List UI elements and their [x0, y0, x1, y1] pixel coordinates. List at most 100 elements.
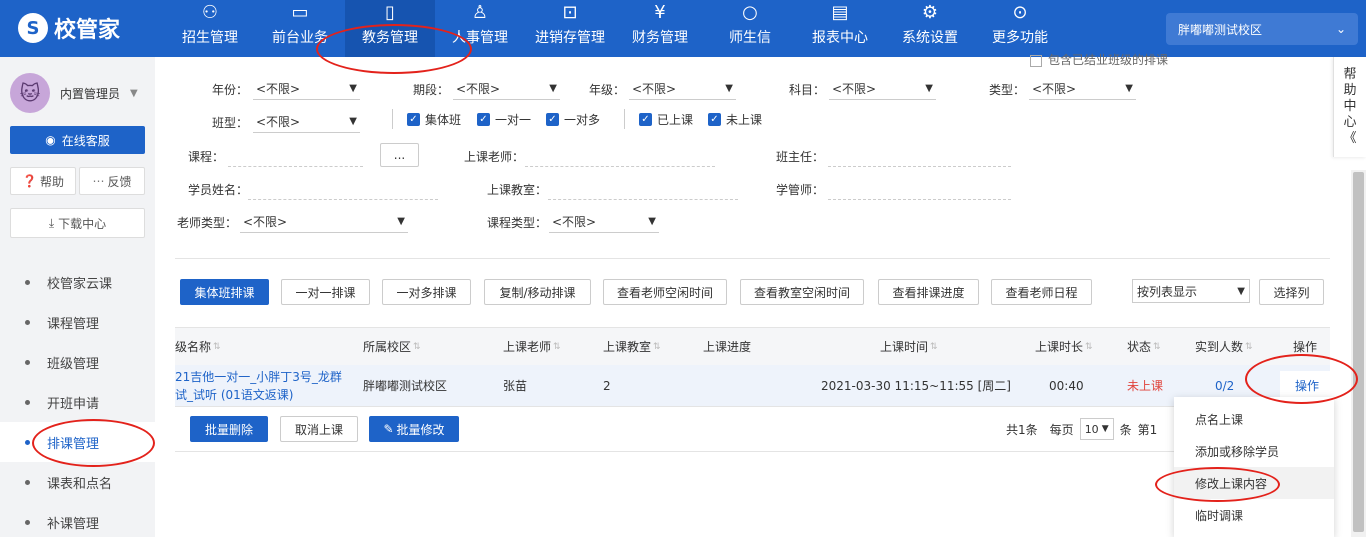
teacher-calendar-button[interactable]: 查看老师日程 [991, 279, 1092, 305]
group-schedule-button[interactable]: 集体班排课 [180, 279, 269, 305]
manager-label: 学管师： [776, 183, 825, 197]
main-nav: ⚇ 招生管理 ▭ 前台业务 ▯ 教务管理 ♙ 人事管理 ⊡ 进销存管理 ¥ 财务管理 ○ 师生… [165, 0, 1065, 57]
sidebar-item-class-mgmt[interactable]: 班级管理 [0, 342, 155, 382]
sort-icon: ⇅ [213, 341, 221, 352]
course-input[interactable] [228, 145, 363, 167]
subject-select[interactable]: <不限> ▼ [829, 78, 936, 100]
feedback-button[interactable]: ⋯ 反馈 [79, 167, 145, 195]
view-mode-select[interactable]: 按列表显示 ▼ [1132, 279, 1250, 303]
checkbox-group-class[interactable]: ✓ 集体班 [407, 111, 461, 128]
cancel-class-button[interactable]: 取消上课 [280, 416, 358, 442]
choose-columns-button[interactable]: 选择列 [1259, 279, 1324, 305]
per-page-select[interactable]: 10 ▼ [1079, 418, 1114, 440]
year-select[interactable]: <不限> ▼ [253, 78, 360, 100]
col-time[interactable]: 上课时间 ⇅ [880, 328, 938, 365]
sidebar-item-cloud-course[interactable]: 校管家云课 [0, 262, 155, 302]
user-info[interactable]: 🐱 内置管理员 ▼ [10, 73, 138, 113]
teachertype-label: 老师类型： [177, 216, 238, 230]
classtype-label: 班型： [212, 116, 249, 130]
copy-move-schedule-button[interactable]: 复制/移动排课 [484, 279, 591, 305]
nav-inventory[interactable]: ⊡ 进销存管理 [525, 0, 615, 57]
include-graduated-checkbox[interactable]: 包含已结业班级的排课 [1030, 51, 1168, 68]
top-navbar: S 校管家 ⚇ 招生管理 ▭ 前台业务 ▯ 教务管理 ♙ 人事管理 ⊡ 进销存管理 ¥ 财务… [0, 0, 1366, 57]
room-label: 上课教室： [487, 183, 548, 197]
nav-admissions[interactable]: ⚇ 招生管理 [165, 0, 255, 57]
help-button[interactable]: ❓ 帮助 [10, 167, 76, 195]
chevron-down-icon: ▼ [925, 83, 933, 94]
col-status[interactable]: 状态 ⇅ [1127, 328, 1161, 365]
divider [175, 451, 1330, 452]
menu-item-add-remove-students[interactable]: 添加或移除学员 [1174, 435, 1334, 467]
batch-delete-button[interactable]: 批量删除 [190, 416, 268, 442]
checkbox-one-on-one[interactable]: ✓ 一对一 [477, 111, 531, 128]
grade-select[interactable]: <不限> ▼ [629, 78, 736, 100]
nav-finance[interactable]: ¥ 财务管理 [615, 0, 705, 57]
page-indicator: 第1 [1137, 422, 1158, 437]
sidebar-item-timetable[interactable]: 课表和点名 [0, 462, 155, 502]
manager-input[interactable] [828, 178, 1011, 200]
menu-item-temporary-reschedule[interactable]: 临时调课 [1174, 499, 1334, 531]
teacher-label: 上课老师： [464, 150, 525, 164]
student-input[interactable] [248, 178, 438, 200]
nav-settings[interactable]: ⚙ 系统设置 [885, 0, 975, 57]
download-center-button[interactable]: ⤓ 下载中心 [10, 208, 145, 238]
sidebar-item-class-apply[interactable]: 开班申请 [0, 382, 155, 422]
online-service-button[interactable]: ◉ 在线客服 [10, 126, 145, 154]
course-picker-button[interactable]: ... [380, 143, 419, 167]
table-row: 21吉他一对一_小胖丁3号_龙群 试_试听 (01语文返课) 胖嘟嘟测试校区 张… [175, 365, 1334, 407]
col-duration[interactable]: 上课时长 ⇅ [1035, 328, 1093, 365]
total-count: 共1条 [1006, 422, 1038, 437]
teachertype-select[interactable]: <不限> ▼ [240, 211, 408, 233]
nav-reports[interactable]: ▤ 报表中心 [795, 0, 885, 57]
chevron-down-icon: ▼ [349, 116, 357, 127]
chat-icon: ○ [742, 2, 758, 23]
col-campus[interactable]: 所属校区 ⇅ [363, 328, 421, 365]
schedule-progress-button[interactable]: 查看排课进度 [878, 279, 979, 305]
term-select[interactable]: <不限> ▼ [453, 78, 560, 100]
chevron-down-icon: ▼ [648, 216, 656, 227]
inbox-icon: ⊡ [562, 2, 578, 23]
batch-edit-button[interactable]: ✎ 批量修改 [369, 416, 459, 442]
avatar: 🐱 [10, 73, 50, 113]
nav-messages[interactable]: ○ 师生信 [705, 0, 795, 57]
person-icon: ♙ [471, 2, 489, 23]
room-free-time-button[interactable]: 查看教室空闲时间 [740, 279, 864, 305]
chevron-down-icon: ▼ [397, 216, 405, 227]
question-icon: ❓ [22, 174, 37, 188]
nav-more[interactable]: ⊙ 更多功能 [975, 0, 1065, 57]
teacher-free-time-button[interactable]: 查看老师空闲时间 [603, 279, 727, 305]
app-logo[interactable]: S 校管家 [18, 12, 120, 44]
col-room[interactable]: 上课教室 ⇅ [603, 328, 661, 365]
one-on-one-schedule-button[interactable]: 一对一排课 [281, 279, 370, 305]
chevron-down-icon: ⌄ [1335, 22, 1346, 36]
checkbox-not-attended[interactable]: ✓ 未上课 [708, 111, 762, 128]
col-class-name[interactable]: 级名称 ⇅ [175, 328, 221, 365]
sidebar-item-makeup[interactable]: 补课管理 [0, 502, 155, 537]
annotation-circle-academic [316, 24, 472, 74]
help-center-tab[interactable]: 帮 助 中 心 《 [1333, 57, 1366, 157]
type-select[interactable]: <不限> ▼ [1029, 78, 1136, 100]
check-icon: ✓ [546, 113, 559, 126]
scrollbar[interactable] [1351, 170, 1366, 537]
coursetype-select[interactable]: <不限> ▼ [549, 211, 659, 233]
scrollbar-thumb[interactable] [1353, 172, 1364, 532]
one-to-many-schedule-button[interactable]: 一对多排课 [382, 279, 471, 305]
teacher-input[interactable] [525, 145, 715, 167]
room-input[interactable] [548, 178, 738, 200]
class-name-link[interactable]: 21吉他一对一_小胖丁3号_龙群 试_试听 (01语文返课) [175, 365, 342, 406]
col-attendance[interactable]: 实到人数 ⇅ [1195, 328, 1253, 365]
term-label: 期段： [413, 83, 450, 97]
campus-select[interactable]: 胖嘟嘟测试校区 ⌄ [1166, 13, 1358, 45]
menu-item-roll-call[interactable]: 点名上课 [1174, 403, 1334, 435]
bullet-icon [25, 439, 30, 445]
checkbox-attended[interactable]: ✓ 已上课 [639, 111, 693, 128]
headteacher-input[interactable] [828, 145, 1011, 167]
checkbox-one-to-many[interactable]: ✓ 一对多 [546, 111, 600, 128]
sort-icon: ⇅ [553, 341, 561, 352]
col-teacher[interactable]: 上课老师 ⇅ [503, 328, 561, 365]
check-icon: ✓ [639, 113, 652, 126]
sidebar-item-course-mgmt[interactable]: 课程管理 [0, 302, 155, 342]
classtype-select[interactable]: <不限> ▼ [253, 111, 360, 133]
divider [175, 258, 1330, 259]
monitor-icon: ▭ [291, 2, 309, 23]
